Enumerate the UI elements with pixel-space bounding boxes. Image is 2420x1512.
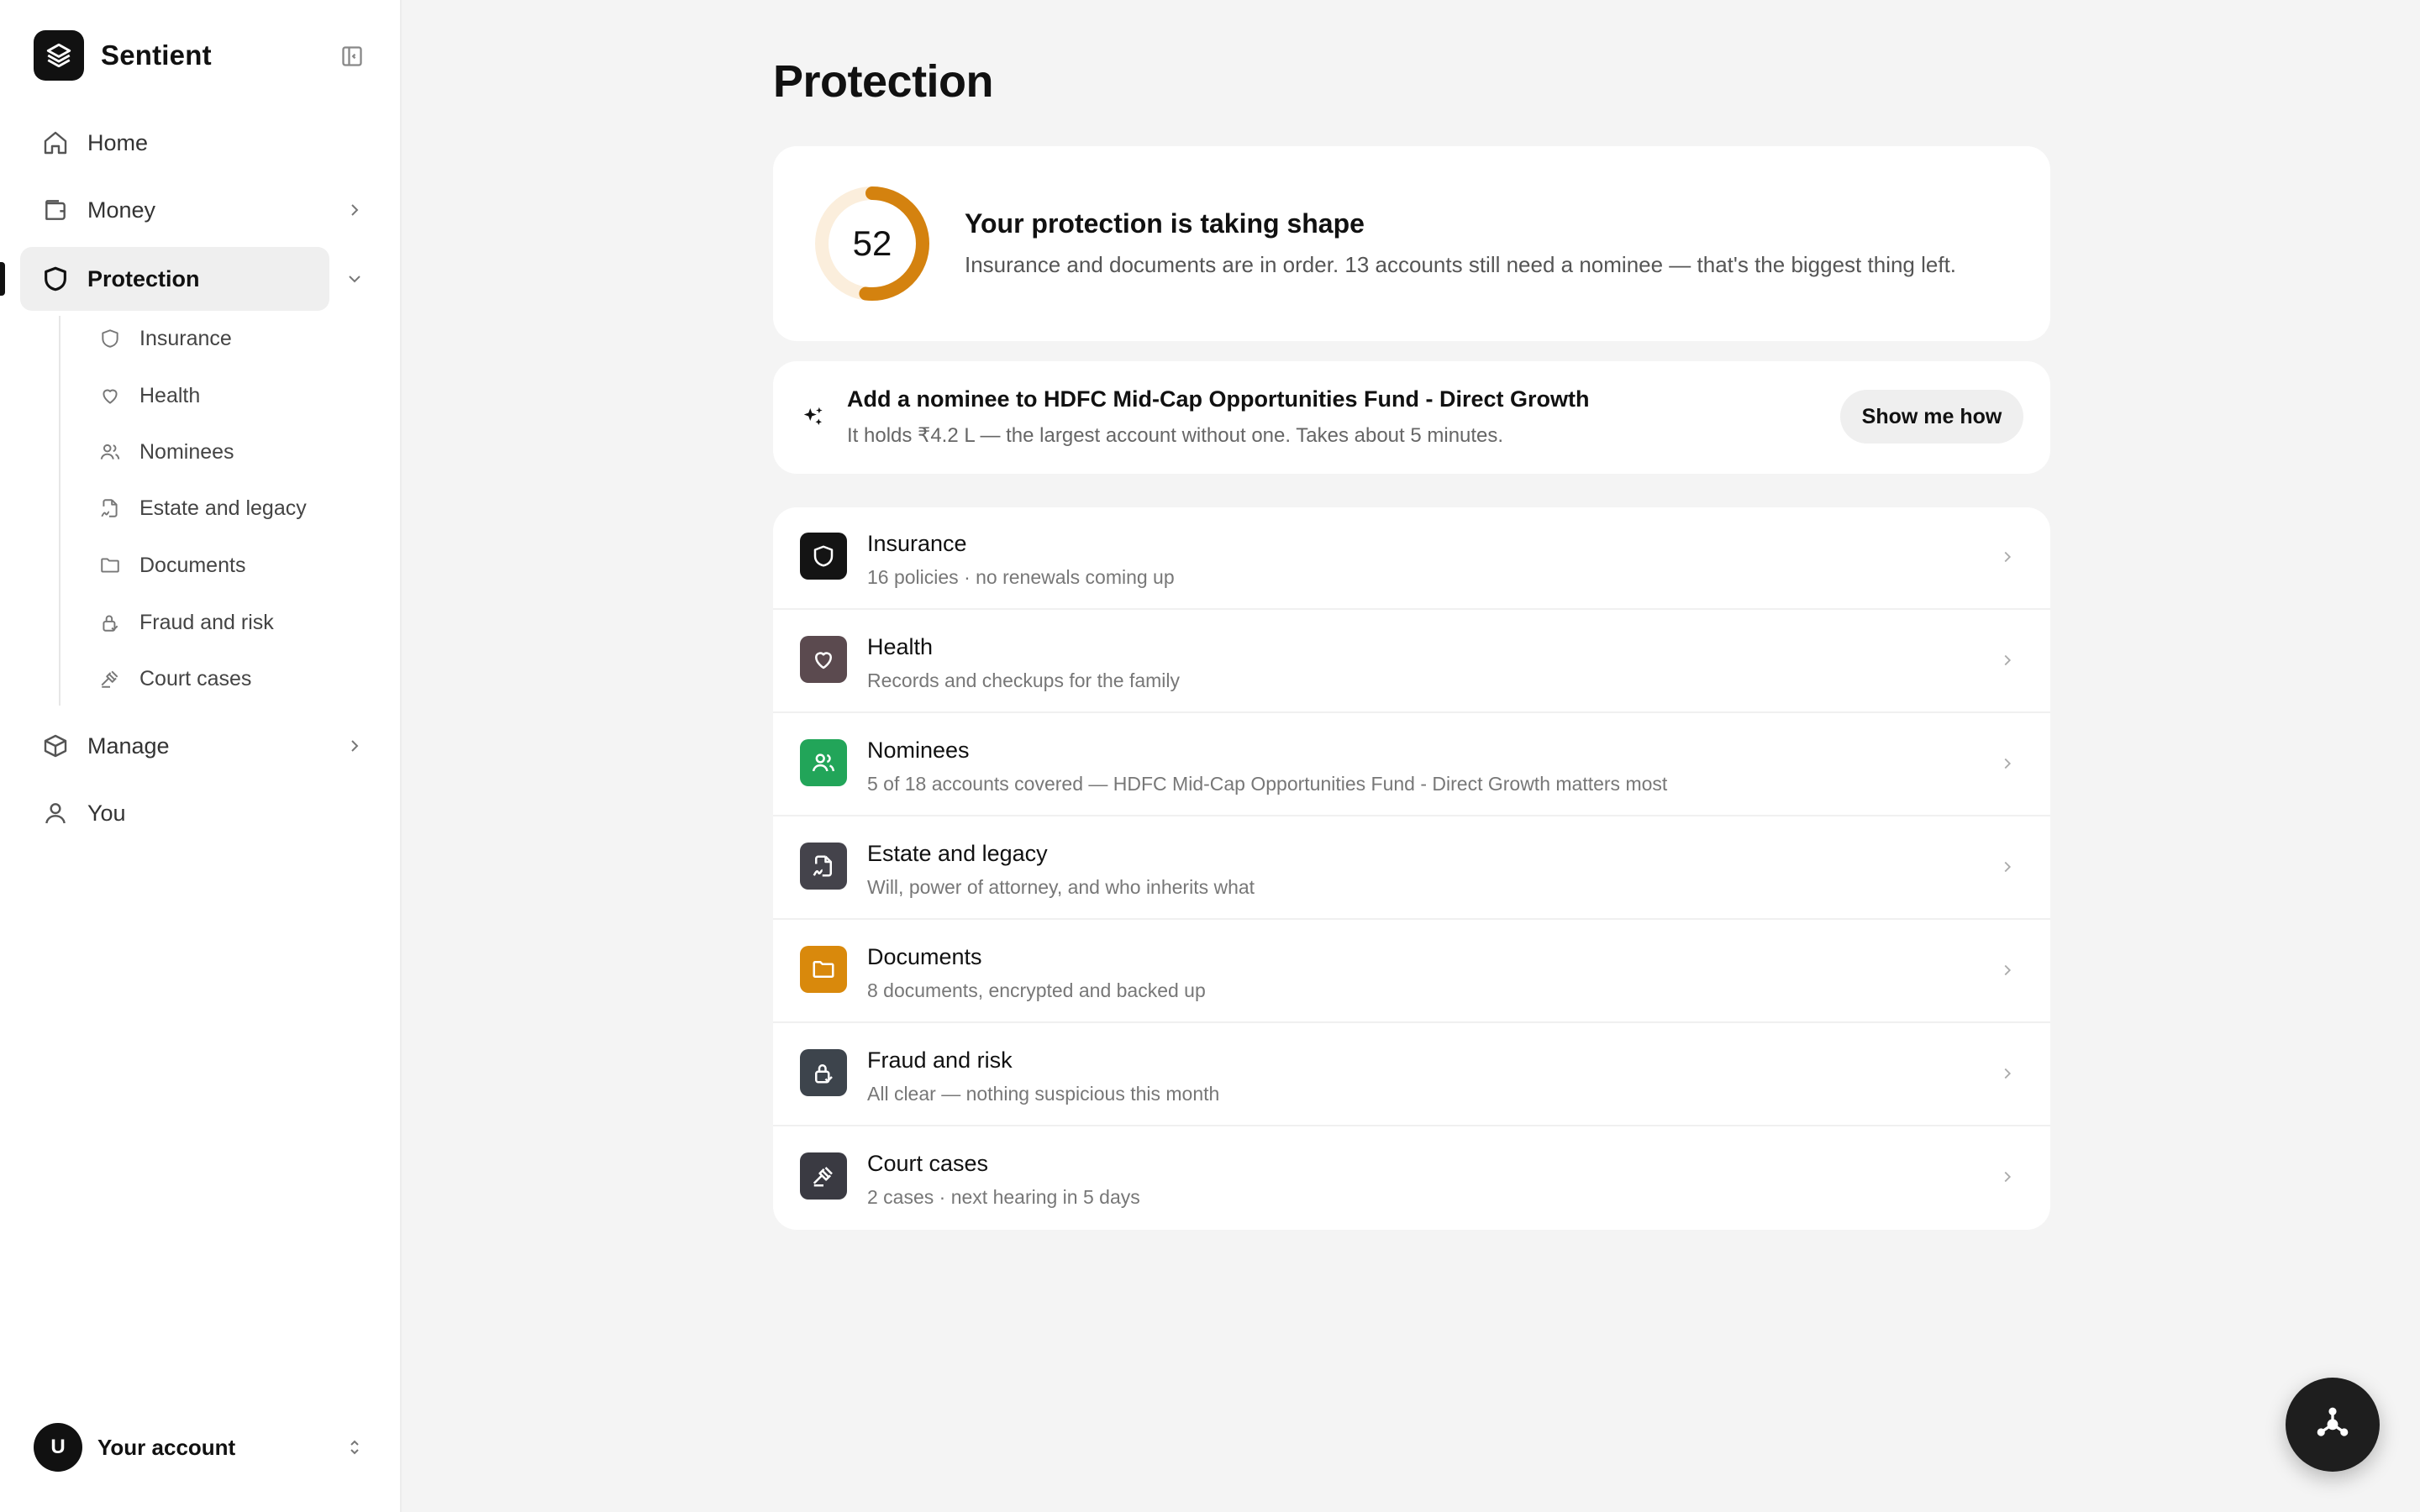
- list-item-documents[interactable]: Documents 8 documents, encrypted and bac…: [773, 921, 2050, 1023]
- sidebar-item-label: You: [87, 800, 126, 826]
- folder-icon: [800, 946, 847, 993]
- list-item-title: Nominees: [867, 738, 970, 763]
- protection-categories-list: Insurance 16 policies · no renewals comi…: [773, 507, 2050, 1230]
- list-item-court[interactable]: Court cases 2 cases · next hearing in 5 …: [773, 1127, 2050, 1230]
- subnav-item-label: Nominees: [139, 439, 234, 464]
- sidebar-item-label: Manage: [87, 732, 170, 759]
- nudge-subtitle: It holds ₹4.2 L — the largest account wi…: [847, 424, 1504, 447]
- sidebar-item-label: Money: [87, 197, 156, 223]
- chevron-right-icon: [1995, 1164, 2020, 1189]
- home-icon: [40, 128, 71, 158]
- list-item-subtitle: Will, power of attorney, and who inherit…: [867, 876, 1255, 898]
- chevron-up-down-icon[interactable]: [339, 1432, 370, 1462]
- chevron-right-icon[interactable]: [339, 731, 370, 761]
- score-title: Your protection is taking shape: [965, 208, 1365, 239]
- subnav-item-documents[interactable]: Documents: [97, 542, 350, 589]
- list-item-title: Estate and legacy: [867, 841, 1048, 866]
- subnav-item-insurance[interactable]: Insurance: [97, 315, 350, 362]
- list-item-subtitle: 8 documents, encrypted and backed up: [867, 979, 1206, 1001]
- sidebar-item-manage[interactable]: Manage: [20, 714, 329, 778]
- score-description: Insurance and documents are in order. 13…: [965, 252, 1957, 277]
- subnav-item-label: Documents: [139, 553, 246, 577]
- list-item-health[interactable]: Health Records and checkups for the fami…: [773, 611, 2050, 713]
- subnav-item-estate[interactable]: Estate and legacy: [97, 485, 350, 532]
- wallet-icon: [40, 195, 71, 225]
- gavel-icon: [97, 666, 123, 691]
- list-item-title: Insurance: [867, 531, 967, 556]
- shield-icon: [97, 326, 123, 351]
- sidebar-item-protection[interactable]: Protection: [20, 247, 329, 311]
- file-signature-icon: [800, 843, 847, 890]
- shield-icon: [800, 533, 847, 580]
- subnav-item-fraud[interactable]: Fraud and risk: [97, 599, 350, 646]
- lock-check-icon: [800, 1049, 847, 1096]
- list-item-subtitle: All clear — nothing suspicious this mont…: [867, 1083, 1220, 1105]
- brand[interactable]: Sentient: [34, 30, 212, 81]
- nominee-nudge-card: Add a nominee to HDFC Mid-Cap Opportunit…: [773, 361, 2050, 474]
- chevron-right-icon: [1995, 544, 2020, 570]
- list-item-estate[interactable]: Estate and legacy Will, power of attorne…: [773, 817, 2050, 920]
- list-item-subtitle: 5 of 18 accounts covered — HDFC Mid-Cap …: [867, 773, 1668, 795]
- subnav-item-label: Estate and legacy: [139, 496, 307, 520]
- sparkles-icon: [798, 402, 829, 432]
- list-item-title: Health: [867, 634, 934, 659]
- sidebar-item-label: Home: [87, 129, 149, 155]
- list-item-nominees[interactable]: Nominees 5 of 18 accounts covered — HDFC…: [773, 714, 2050, 816]
- heart-icon: [800, 636, 847, 683]
- list-item-subtitle: 16 policies · no renewals coming up: [867, 566, 1175, 588]
- account-switcher[interactable]: U Your account: [34, 1423, 370, 1472]
- chevron-down-icon[interactable]: [339, 264, 370, 294]
- lock-check-icon: [97, 610, 123, 635]
- chevron-right-icon: [1995, 854, 2020, 879]
- sidebar-item-home[interactable]: Home: [20, 111, 329, 175]
- gavel-icon: [800, 1152, 847, 1200]
- chevron-right-icon: [1995, 958, 2020, 983]
- chevron-right-icon[interactable]: [339, 195, 370, 225]
- chevron-right-icon: [1995, 648, 2020, 673]
- sidebar-item-label: Protection: [87, 265, 200, 291]
- subnav-item-nominees[interactable]: Nominees: [97, 428, 350, 475]
- user-icon: [40, 798, 71, 828]
- avatar: U: [34, 1423, 82, 1472]
- heart-icon: [97, 383, 123, 408]
- sidebar-item-you[interactable]: You: [20, 781, 329, 845]
- sidebar-item-money[interactable]: Money: [20, 178, 329, 242]
- chevron-right-icon: [1995, 751, 2020, 776]
- list-item-subtitle: Records and checkups for the family: [867, 669, 1181, 691]
- page-title: Protection: [773, 56, 994, 107]
- subnav-divider: [59, 316, 60, 706]
- show-me-how-button[interactable]: Show me how: [1840, 390, 2023, 444]
- protection-score-card: 52 Your protection is taking shape Insur…: [773, 146, 2050, 341]
- subnav-item-court[interactable]: Court cases: [97, 655, 350, 702]
- list-item-fraud[interactable]: Fraud and risk All clear — nothing suspi…: [773, 1024, 2050, 1126]
- subnav-item-label: Court cases: [139, 666, 252, 690]
- list-item-title: Court cases: [867, 1151, 989, 1176]
- subnav-item-label: Fraud and risk: [139, 610, 274, 634]
- chevron-right-icon: [1995, 1061, 2020, 1086]
- users-icon: [97, 439, 123, 465]
- layers-logo-icon: [34, 30, 84, 81]
- brand-name: Sentient: [101, 39, 212, 71]
- active-indicator: [0, 262, 5, 296]
- nudge-title: Add a nominee to HDFC Mid-Cap Opportunit…: [847, 386, 1590, 412]
- list-item-subtitle: 2 cases · next hearing in 5 days: [867, 1186, 1140, 1208]
- subnav-item-health[interactable]: Health: [97, 372, 350, 419]
- account-label: Your account: [97, 1434, 236, 1460]
- folder-icon: [97, 553, 123, 578]
- subnav-item-label: Insurance: [139, 326, 232, 350]
- score-value: 52: [852, 223, 892, 263]
- assistant-button[interactable]: [2286, 1378, 2380, 1472]
- subnav-item-label: Health: [139, 383, 201, 407]
- box-icon: [40, 731, 71, 761]
- users-icon: [800, 739, 847, 786]
- assistant-hub-icon: [2314, 1404, 2351, 1446]
- sidebar-toggle-icon[interactable]: [338, 42, 366, 71]
- list-item-insurance[interactable]: Insurance 16 policies · no renewals comi…: [773, 507, 2050, 610]
- file-signature-icon: [97, 496, 123, 521]
- shield-icon: [40, 264, 71, 294]
- sidebar: Sentient Home Money Protection Insurance…: [0, 0, 402, 1512]
- list-item-title: Fraud and risk: [867, 1047, 1013, 1073]
- list-item-title: Documents: [867, 944, 982, 969]
